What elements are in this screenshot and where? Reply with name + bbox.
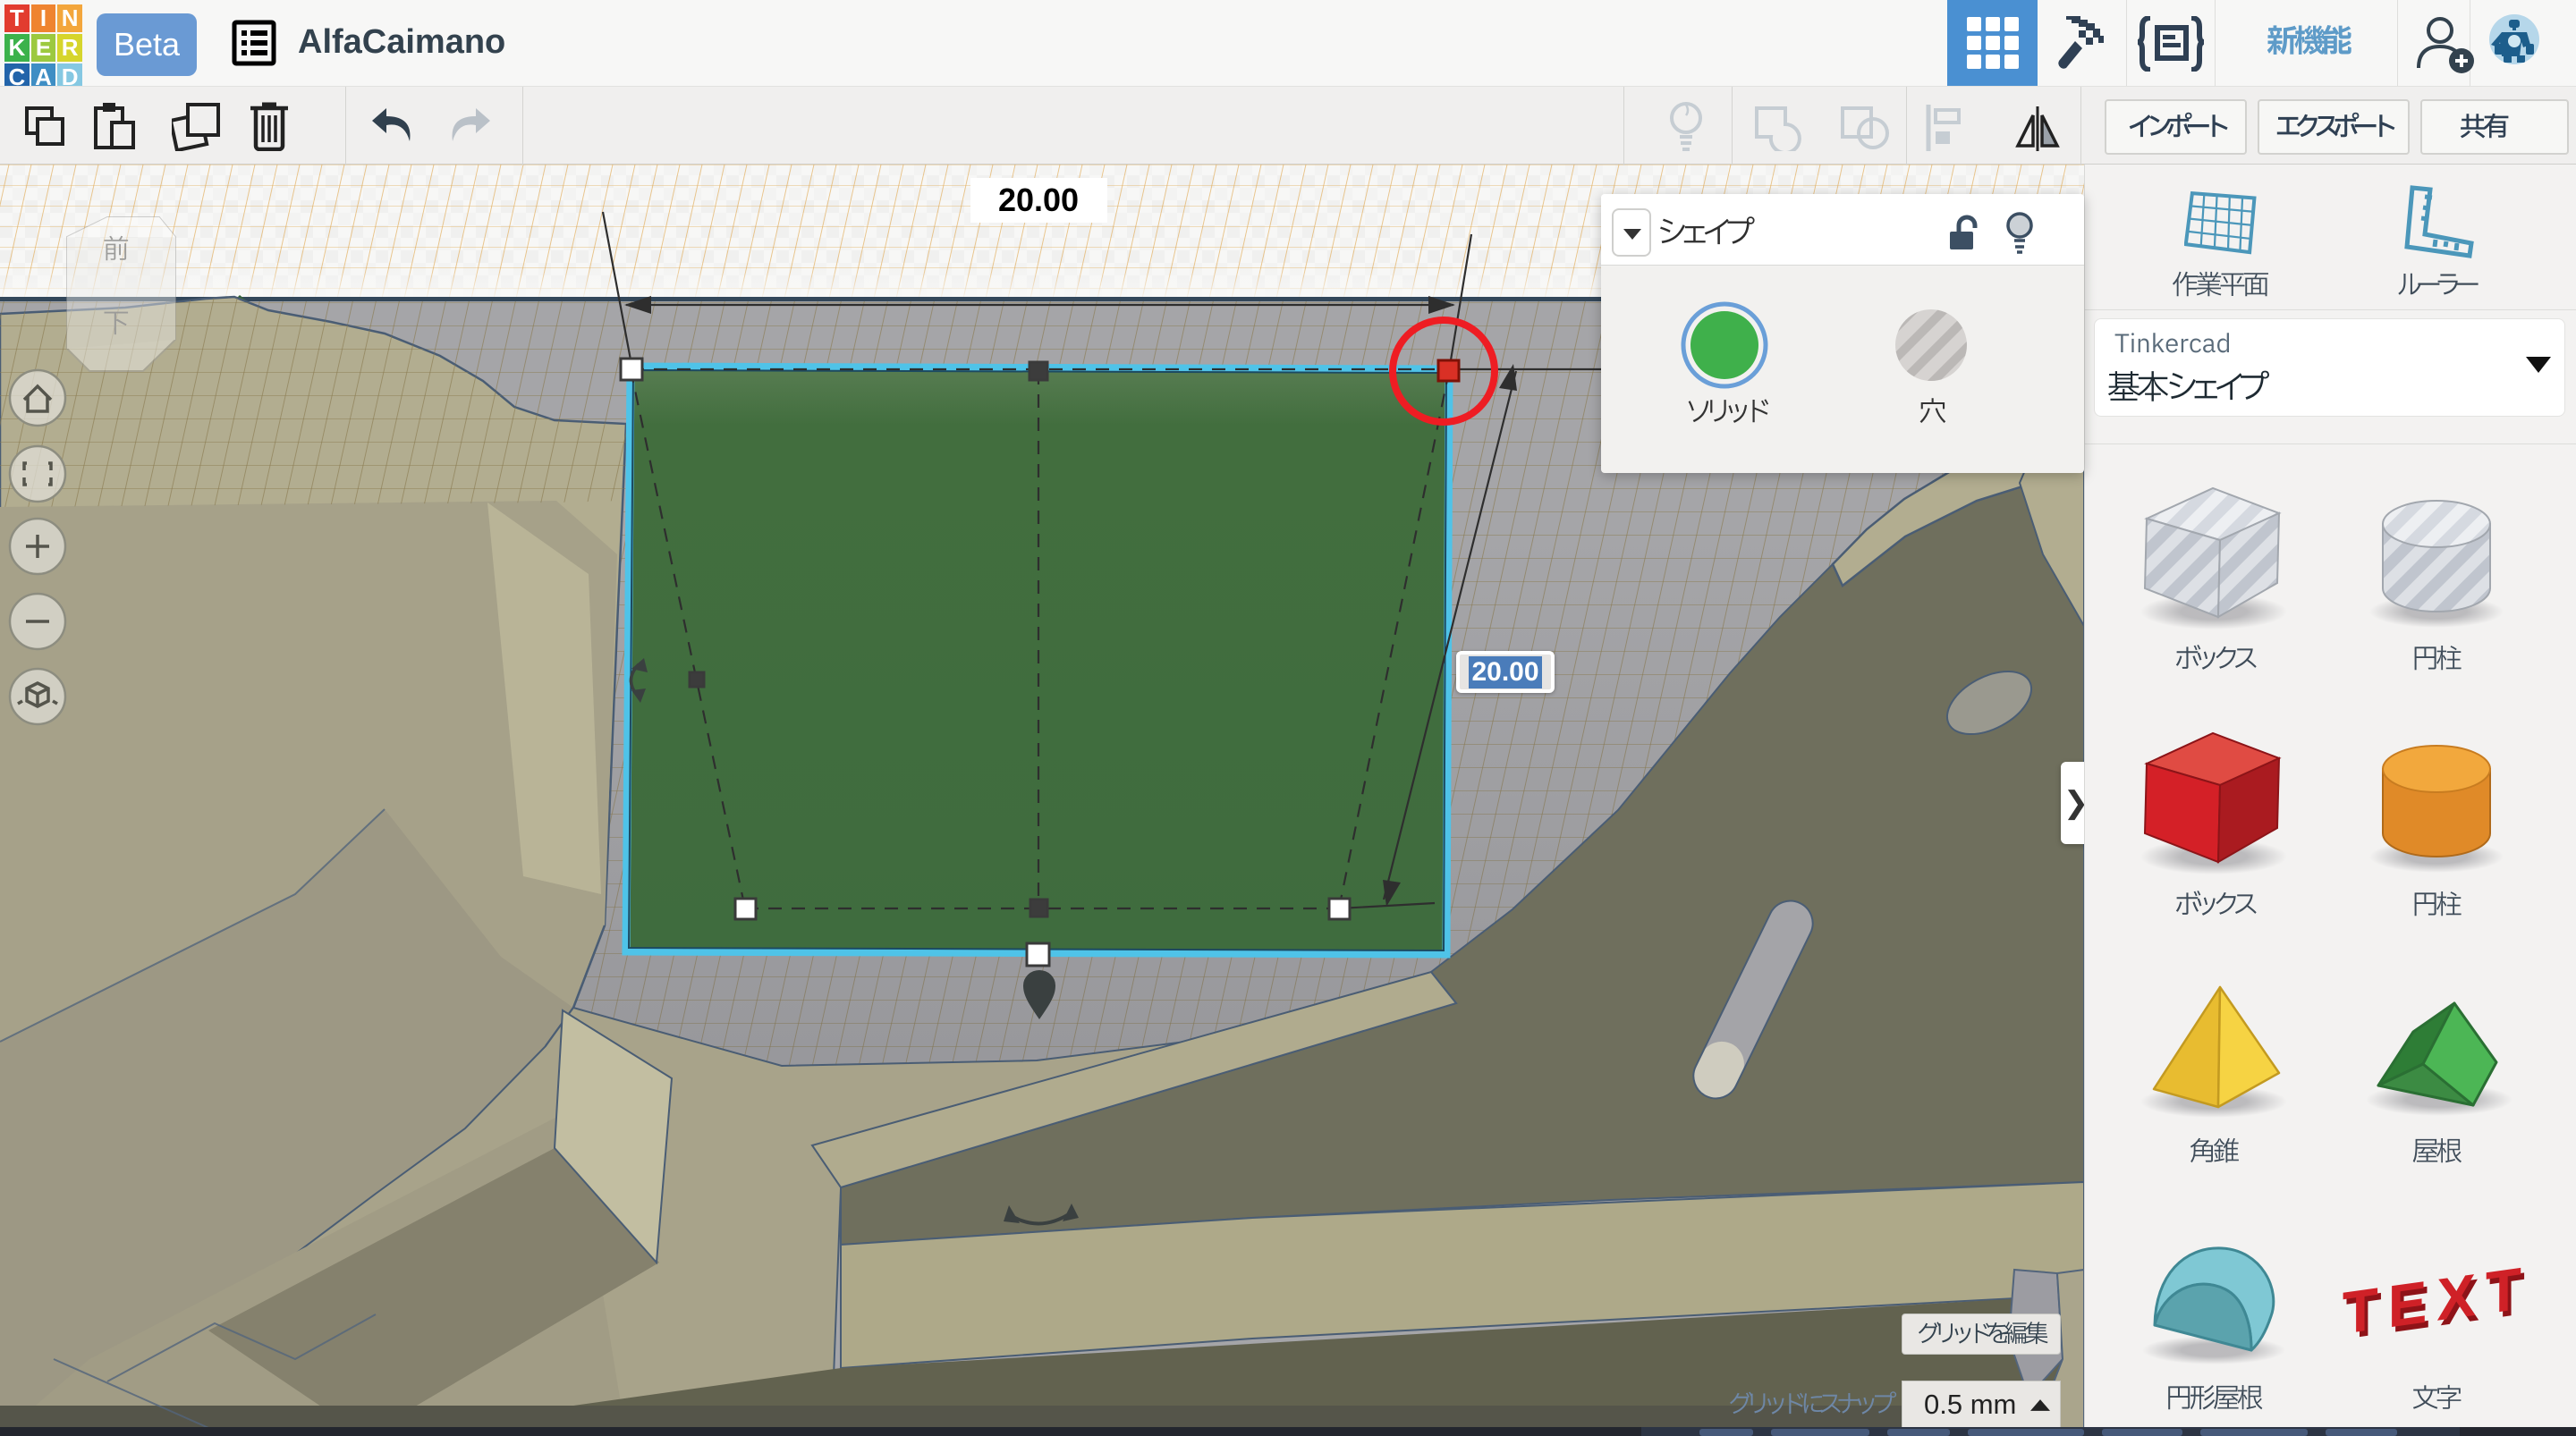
svg-text:20.00: 20.00: [998, 182, 1079, 218]
svg-text:TEXT: TEXT: [2343, 1255, 2521, 1347]
